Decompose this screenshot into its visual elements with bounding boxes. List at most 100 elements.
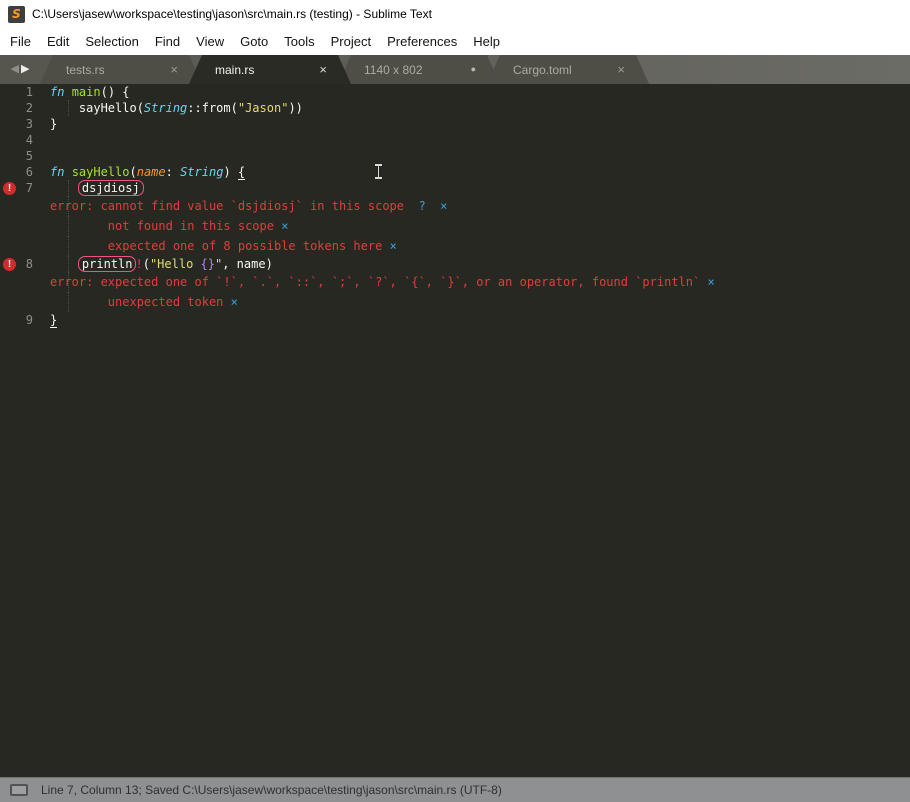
code-token: } xyxy=(50,117,58,131)
gutter xyxy=(0,236,50,256)
error-highlight-box: println xyxy=(77,256,137,272)
code-line-4: 4 xyxy=(0,132,910,148)
gutter xyxy=(0,216,50,236)
tab-main.rs[interactable]: main.rs × xyxy=(189,55,351,84)
line-content: error: expected one of `!`, `.`, `::`, `… xyxy=(50,272,715,292)
line-content: } xyxy=(50,312,58,328)
code-token: ) xyxy=(223,165,238,179)
status-bar: Line 7, Column 13; Saved C:\Users\jasew\… xyxy=(0,777,910,802)
gutter: 2 xyxy=(0,100,50,116)
line-content: fn sayHello(name: String) { xyxy=(50,164,246,180)
error-annotation-line: not found in this scope × xyxy=(0,216,910,236)
tab-close-icon[interactable]: × xyxy=(319,63,327,76)
menu-tools[interactable]: Tools xyxy=(276,30,322,53)
code-token: {} xyxy=(200,257,215,271)
error-annotation-line: error: cannot find value `dsjdiosj` in t… xyxy=(0,196,910,216)
code-token: ::from( xyxy=(187,101,238,115)
tab-label: tests.rs xyxy=(66,62,105,77)
annotation-close-icon[interactable]: × xyxy=(707,275,714,289)
line-content: not found in this scope × xyxy=(50,216,289,236)
code-token: error: expected one of `!`, `.`, `::`, `… xyxy=(50,275,708,289)
line-number: 3 xyxy=(25,117,33,131)
tab-close-icon[interactable]: × xyxy=(617,63,625,76)
line-content: fn main() { xyxy=(50,84,130,100)
code-token: String xyxy=(143,101,188,115)
tab-tests.rs[interactable]: tests.rs × xyxy=(40,55,202,84)
line-content: } xyxy=(50,116,57,132)
menu-goto[interactable]: Goto xyxy=(232,30,276,53)
line-number: 4 xyxy=(25,133,33,147)
line-number: 2 xyxy=(25,101,33,115)
line-number: 5 xyxy=(25,149,33,163)
error-icon: ! xyxy=(3,257,16,271)
line-number: 9 xyxy=(25,313,33,327)
line-number: 1 xyxy=(25,85,33,99)
line-content: println !("Hello {}", name) xyxy=(50,256,273,272)
code-editor[interactable]: 1 fn main() {2 sayHello(String::from("Jas… xyxy=(0,84,910,777)
nav-forward-icon[interactable]: ▶ xyxy=(21,64,29,75)
menu-view[interactable]: View xyxy=(188,30,232,53)
gutter: 1 xyxy=(0,84,50,100)
gutter: 5 xyxy=(0,148,50,164)
tab-cargo.toml[interactable]: Cargo.toml × xyxy=(487,55,649,84)
tab-close-icon[interactable]: × xyxy=(170,63,178,76)
code-token: unexpected token xyxy=(50,295,231,309)
code-token: fn xyxy=(50,85,65,99)
tab-label: 1140 x 802 xyxy=(364,62,423,77)
menu-file[interactable]: File xyxy=(2,30,39,53)
code-token: expected one of 8 possible tokens here xyxy=(50,239,390,253)
code-token: } xyxy=(50,313,58,328)
tab-strip: tests.rs × main.rs × 1140 x 802 ● Cargo.toml × xyxy=(40,55,649,84)
code-token: String xyxy=(180,165,224,179)
annotation-close-icon[interactable]: × xyxy=(390,239,397,253)
code-token: ( xyxy=(129,165,137,179)
line-content: expected one of 8 possible tokens here × xyxy=(50,236,397,256)
window-title: C:\Users\jasew\workspace\testing\jason\s… xyxy=(32,7,432,21)
code-token: fn xyxy=(50,165,65,179)
gutter: ! 8 xyxy=(0,256,50,272)
title-bar: S C:\Users\jasew\workspace\testing\jason… xyxy=(0,0,910,28)
tab-1140-x-802[interactable]: 1140 x 802 ● xyxy=(338,55,500,84)
menu-find[interactable]: Find xyxy=(147,30,188,53)
code-token: name xyxy=(136,165,166,179)
annotation-help-icon[interactable]: ? xyxy=(418,199,425,213)
annotation-close-icon[interactable]: × xyxy=(440,199,447,213)
menu-preferences[interactable]: Preferences xyxy=(379,30,465,53)
line-number: 7 xyxy=(25,181,33,195)
nav-back-icon[interactable]: ◀ xyxy=(11,64,19,75)
code-line-2: 2 sayHello(String::from("Jason")) xyxy=(0,100,910,116)
tab-label: main.rs xyxy=(215,62,255,77)
line-content: error: cannot find value `dsjdiosj` in t… xyxy=(50,196,447,216)
code-token: error: cannot find value `dsjdiosj` in t… xyxy=(50,199,405,213)
code-line-6: 6 fn sayHello(name: String) { xyxy=(0,164,910,180)
code-line-3: 3} xyxy=(0,116,910,132)
code-token: : xyxy=(165,165,181,179)
tab-modified-dot-icon[interactable]: ● xyxy=(471,65,476,74)
gutter: 6 xyxy=(0,164,50,180)
menu-project[interactable]: Project xyxy=(323,30,379,53)
text-cursor-pointer xyxy=(374,164,383,179)
code-line-1: 1 fn main() { xyxy=(0,84,910,100)
code-line-8: ! 8 println !("Hello {}", name) xyxy=(0,256,910,272)
menu-edit[interactable]: Edit xyxy=(39,30,77,53)
code-token: main xyxy=(71,85,101,99)
code-rows: 1 fn main() {2 sayHello(String::from("Jas… xyxy=(0,84,910,328)
menu-selection[interactable]: Selection xyxy=(77,30,146,53)
gutter: 3 xyxy=(0,116,50,132)
error-icon: ! xyxy=(3,181,16,195)
status-panel-icon xyxy=(10,784,28,796)
gutter: ! 7 xyxy=(0,180,50,196)
code-token: ! xyxy=(135,257,143,271)
code-token: sayHello( xyxy=(50,101,144,115)
annotation-close-icon[interactable]: × xyxy=(231,295,238,309)
error-annotation-line: unexpected token × xyxy=(0,292,910,312)
menu-help[interactable]: Help xyxy=(465,30,508,53)
annotation-close-icon[interactable]: × xyxy=(281,219,288,233)
code-token: not found in this scope xyxy=(50,219,282,233)
code-token: { xyxy=(237,165,246,180)
